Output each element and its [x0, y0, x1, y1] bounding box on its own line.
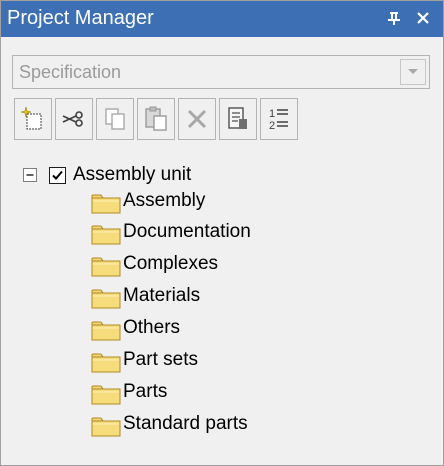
- paste-icon: [145, 106, 167, 131]
- tree-root-item[interactable]: Assembly unit: [23, 164, 343, 187]
- panel-title: Project Manager: [7, 7, 154, 29]
- chevron-down-icon: [408, 69, 418, 74]
- pin-button[interactable]: [381, 5, 407, 31]
- dropdown-arrow-button[interactable]: [400, 59, 426, 85]
- tree-item-complexes[interactable]: Complexes: [91, 253, 391, 277]
- tree-root-label: Assembly unit: [73, 164, 192, 185]
- paste-button[interactable]: [137, 98, 175, 140]
- svg-text:2: 2: [269, 120, 275, 132]
- checkmark-icon: [52, 170, 63, 180]
- folder-icon: [91, 353, 121, 373]
- folder-icon: [91, 417, 121, 437]
- sort-button[interactable]: 1 2: [260, 98, 298, 140]
- minus-icon: [26, 174, 34, 176]
- cut-button[interactable]: [55, 98, 93, 140]
- tree-item-label: Part sets: [123, 349, 198, 370]
- tree-item-materials[interactable]: Materials: [91, 285, 391, 309]
- tree-item-parts[interactable]: Parts: [91, 381, 391, 405]
- folder-icon: [91, 225, 121, 245]
- tree-item-label: Assembly: [123, 190, 206, 211]
- delete-icon: [187, 109, 207, 129]
- tree-item-label: Materials: [123, 285, 201, 306]
- tree-item-label: Documentation: [123, 221, 251, 242]
- delete-button[interactable]: [178, 98, 216, 140]
- toolbar: 1 2: [14, 98, 344, 142]
- properties-button[interactable]: [219, 98, 257, 140]
- tree-item-part-sets[interactable]: Part sets: [91, 349, 391, 373]
- copy-icon: [105, 108, 125, 130]
- properties-icon: [228, 107, 247, 129]
- tree-item-assembly[interactable]: Assembly: [91, 190, 391, 214]
- folder-icon: [91, 257, 121, 277]
- dropdown-value: Specification: [19, 62, 122, 82]
- specification-dropdown[interactable]: Specification: [12, 55, 430, 89]
- collapse-toggle[interactable]: [23, 168, 37, 182]
- close-button[interactable]: [410, 5, 436, 31]
- project-tree: Assembly unit Assembly Documentation Com…: [1, 151, 443, 451]
- tree-item-documentation[interactable]: Documentation: [91, 221, 391, 245]
- tree-item-label: Parts: [123, 381, 168, 402]
- tree-item-label: Complexes: [123, 253, 219, 274]
- title-bar: Project Manager: [1, 1, 443, 37]
- copy-button[interactable]: [96, 98, 134, 140]
- tree-item-label: Standard parts: [123, 413, 248, 434]
- close-icon: [417, 12, 429, 24]
- new-object-icon: [20, 106, 42, 130]
- root-checkbox[interactable]: [49, 167, 66, 184]
- pin-icon: [388, 12, 400, 25]
- sort-icon: 1 2: [269, 108, 288, 132]
- folder-icon: [91, 194, 121, 214]
- folder-icon: [91, 289, 121, 309]
- cut-icon: [62, 111, 83, 127]
- tree-item-label: Others: [123, 317, 181, 338]
- project-manager-panel: Project Manager Specification 1 2 Assemb…: [0, 0, 444, 466]
- new-object-button[interactable]: [14, 98, 52, 140]
- svg-text:1: 1: [269, 108, 275, 120]
- tree-item-standard-parts[interactable]: Standard parts: [91, 413, 391, 437]
- folder-icon: [91, 321, 121, 341]
- tree-item-others[interactable]: Others: [91, 317, 391, 341]
- folder-icon: [91, 385, 121, 405]
